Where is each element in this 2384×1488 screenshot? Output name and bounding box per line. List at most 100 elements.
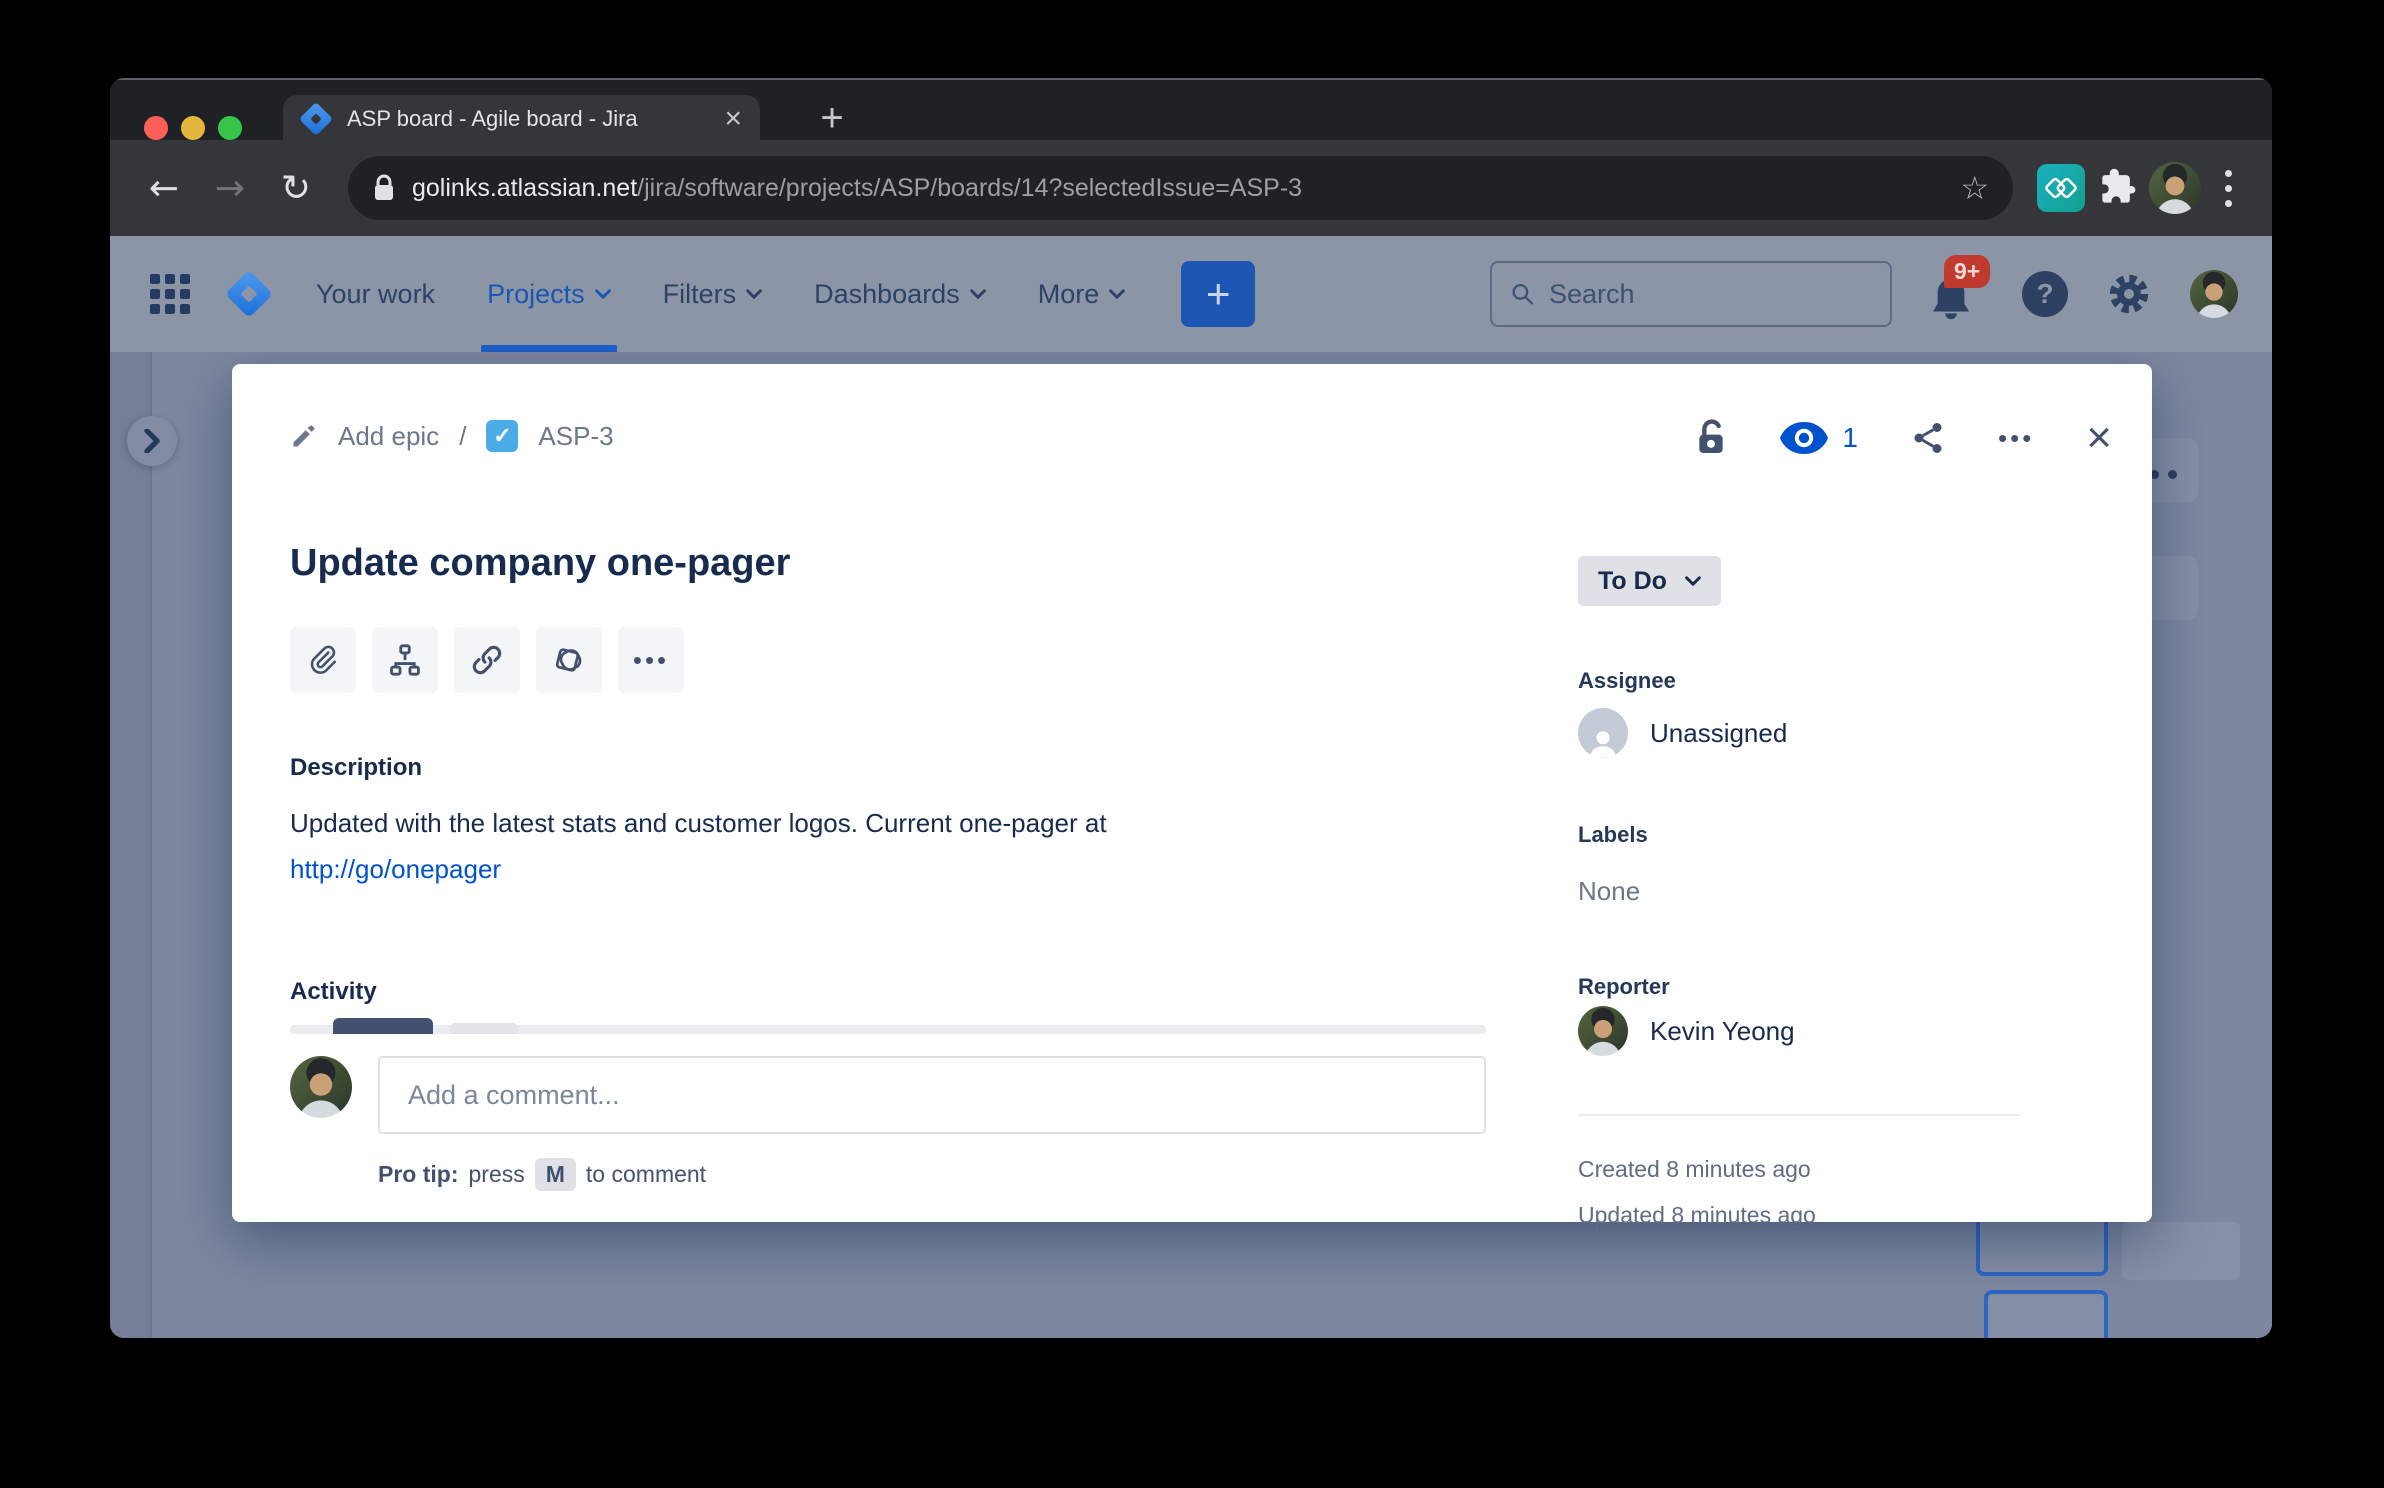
address-bar[interactable]: golinks.atlassian.net/jira/software/proj… bbox=[348, 156, 2013, 220]
paperclip-icon bbox=[306, 643, 340, 677]
nav-dashboards[interactable]: Dashboards bbox=[792, 236, 1008, 352]
more-quick-actions-button[interactable]: ••• bbox=[618, 627, 684, 693]
global-search[interactable] bbox=[1490, 261, 1892, 327]
nav-your-work[interactable]: Your work bbox=[294, 236, 457, 352]
activity-tabs[interactable] bbox=[290, 1018, 1486, 1034]
jira-favicon bbox=[301, 104, 331, 134]
add-child-issue-button[interactable] bbox=[372, 627, 438, 693]
nav-filters[interactable]: Filters bbox=[641, 236, 785, 352]
protip-press: press bbox=[469, 1161, 525, 1188]
nav-label: More bbox=[1038, 279, 1100, 310]
chevron-down-icon bbox=[746, 289, 762, 299]
issue-key[interactable]: ASP-3 bbox=[538, 421, 613, 452]
labels-label: Labels bbox=[1578, 822, 1648, 848]
active-tab-pill[interactable] bbox=[333, 1018, 433, 1034]
comment-input[interactable] bbox=[378, 1056, 1486, 1134]
nav-more[interactable]: More bbox=[1016, 236, 1148, 352]
status-value: To Do bbox=[1598, 567, 1667, 596]
details-divider bbox=[1578, 1114, 2020, 1116]
help-button[interactable]: ? bbox=[2022, 271, 2068, 317]
issue-details-column: To Do Assignee Unassigned bbox=[1578, 364, 2138, 1222]
url-text: golinks.atlassian.net/jira/software/proj… bbox=[412, 174, 1944, 203]
settings-gear-icon[interactable] bbox=[2106, 271, 2152, 317]
search-input[interactable] bbox=[1549, 279, 1872, 310]
nav-label: Dashboards bbox=[814, 279, 960, 310]
breadcrumb-separator: / bbox=[459, 421, 466, 452]
minimize-window-button[interactable] bbox=[181, 116, 205, 140]
protip-keycap: M bbox=[535, 1158, 576, 1191]
back-icon[interactable]: ← bbox=[136, 168, 192, 209]
task-type-icon[interactable]: ✓ bbox=[486, 420, 518, 452]
nav-label: Projects bbox=[487, 279, 585, 310]
notifications-button[interactable]: 9+ bbox=[1928, 261, 1984, 327]
apps-doodle-icon bbox=[551, 642, 587, 678]
navbar-right-icons: 9+ ? bbox=[1928, 261, 2238, 327]
search-icon bbox=[1510, 280, 1535, 308]
close-window-button[interactable] bbox=[144, 116, 168, 140]
browser-profile-avatar[interactable] bbox=[2149, 162, 2201, 214]
add-apps-button[interactable] bbox=[536, 627, 602, 693]
assignee-field[interactable]: Unassigned bbox=[1578, 708, 1787, 758]
unassigned-avatar-icon bbox=[1578, 708, 1628, 758]
pencil-icon bbox=[290, 422, 318, 450]
url-path: /jira/software/projects/ASP/boards/14?se… bbox=[637, 174, 1302, 202]
browser-toolbar: ← → ↻ golinks.atlassian.net/jira/softwar… bbox=[110, 140, 2272, 236]
close-tab-icon[interactable]: × bbox=[724, 104, 742, 134]
add-epic-link[interactable]: Add epic bbox=[338, 421, 439, 452]
chevron-down-icon bbox=[1109, 289, 1125, 299]
chevron-down-icon bbox=[1685, 576, 1701, 586]
chevron-right-icon bbox=[143, 429, 161, 453]
window-controls bbox=[144, 116, 242, 140]
browser-tab[interactable]: ASP board - Agile board - Jira × bbox=[283, 95, 760, 142]
desktop-background: ASP board - Agile board - Jira × + ← → ↻… bbox=[0, 0, 2384, 1488]
app-switcher-icon[interactable] bbox=[150, 274, 190, 314]
attach-button[interactable] bbox=[290, 627, 356, 693]
protip-label: Pro tip: bbox=[378, 1161, 459, 1188]
jira-profile-avatar[interactable] bbox=[2190, 270, 2238, 318]
link-icon bbox=[470, 643, 504, 677]
reporter-field[interactable]: Kevin Yeong bbox=[1578, 1006, 1795, 1056]
reporter-label: Reporter bbox=[1578, 974, 1670, 1000]
dimmed-ellipsis-icon bbox=[2150, 470, 2177, 479]
sidebar-expand-button[interactable] bbox=[127, 416, 177, 466]
chevron-down-icon bbox=[595, 289, 611, 299]
subtask-hierarchy-icon bbox=[388, 643, 422, 677]
golinks-extension-icon[interactable] bbox=[2037, 164, 2085, 212]
description-text[interactable]: Updated with the latest stats and custom… bbox=[290, 808, 1280, 839]
tab-title: ASP board - Agile board - Jira bbox=[347, 106, 708, 132]
reporter-avatar bbox=[1578, 1006, 1628, 1056]
board-backdrop[interactable]: Add epic / ✓ ASP-3 bbox=[110, 352, 2272, 1338]
extensions-puzzle-icon[interactable] bbox=[2095, 166, 2139, 210]
browser-menu-icon[interactable] bbox=[2211, 170, 2246, 207]
description-link[interactable]: http://go/onepager bbox=[290, 854, 501, 885]
more-actions-icon: ••• bbox=[633, 645, 669, 676]
created-timestamp: Created 8 minutes ago bbox=[1578, 1156, 1811, 1183]
status-dropdown[interactable]: To Do bbox=[1578, 556, 1721, 606]
browser-tabstrip: ASP board - Agile board - Jira × + bbox=[110, 78, 2272, 140]
zoom-window-button[interactable] bbox=[218, 116, 242, 140]
board-left-rail bbox=[110, 352, 150, 1338]
labels-value[interactable]: None bbox=[1578, 876, 1640, 907]
https-lock-icon bbox=[372, 173, 396, 203]
issue-title[interactable]: Update company one-pager bbox=[290, 542, 790, 585]
browser-window: ASP board - Agile board - Jira × + ← → ↻… bbox=[110, 78, 2272, 1338]
comment-row bbox=[290, 1056, 1486, 1134]
nav-label: Filters bbox=[663, 279, 737, 310]
issue-quick-actions: ••• bbox=[290, 627, 684, 693]
inactive-tab-pill[interactable] bbox=[450, 1023, 518, 1034]
new-tab-button[interactable]: + bbox=[810, 98, 854, 142]
link-issue-button[interactable] bbox=[454, 627, 520, 693]
protip-suffix: to comment bbox=[586, 1161, 706, 1188]
url-domain: golinks.atlassian.net bbox=[412, 174, 637, 202]
nav-projects[interactable]: Projects bbox=[465, 236, 633, 352]
chain-links-glyph bbox=[2044, 171, 2078, 205]
bookmark-star-icon[interactable]: ☆ bbox=[1960, 169, 1989, 207]
reload-icon[interactable]: ↻ bbox=[268, 168, 324, 209]
page-content: Your work Projects Filters Dashboards Mo… bbox=[110, 236, 2272, 1338]
assignee-label: Assignee bbox=[1578, 668, 1676, 694]
create-issue-button[interactable]: + bbox=[1181, 261, 1255, 327]
description-heading: Description bbox=[290, 754, 422, 782]
jira-logo[interactable] bbox=[226, 271, 272, 317]
dimmed-board-card bbox=[2122, 1222, 2240, 1280]
forward-icon[interactable]: → bbox=[202, 168, 258, 209]
